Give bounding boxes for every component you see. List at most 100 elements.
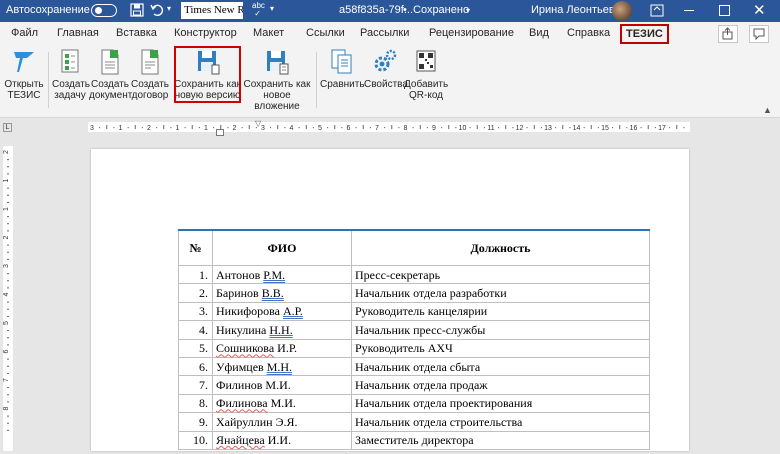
tab-view[interactable]: Вид xyxy=(529,27,549,39)
add-qr-button[interactable]: Добавить QR-код xyxy=(404,46,448,101)
gear-icon xyxy=(374,49,397,72)
tab-home[interactable]: Главная xyxy=(57,27,99,39)
ruler-tick xyxy=(355,127,357,129)
tab-tezis[interactable]: ТЕЗИС xyxy=(620,24,669,44)
left-indent-marker[interactable] xyxy=(216,129,224,136)
table-row[interactable]: 4. Никулина Н.Н. Начальник пресс-службы xyxy=(178,320,650,340)
compare-icon xyxy=(331,49,352,74)
tab-selector[interactable]: L xyxy=(3,123,12,132)
cell-name-text: Никулина Н.Н. xyxy=(216,322,293,337)
table-row[interactable]: 5. Сошникова И.Р. Руководитель АХЧ xyxy=(178,338,650,358)
ruler-tick xyxy=(540,127,542,129)
ruler-label: 10 xyxy=(459,125,467,132)
ruler-tick xyxy=(305,125,307,129)
ruler-tick xyxy=(134,125,136,129)
ruler-tick xyxy=(170,127,172,129)
cell-position: Начальник отдела строительства xyxy=(351,412,650,432)
table-row[interactable]: 6. Уфимцев М.Н. Начальник отдела сбыта xyxy=(178,356,650,377)
tab-help[interactable]: Справка xyxy=(567,27,610,39)
spelling-icon[interactable]: abc ✓ xyxy=(252,2,265,18)
ruler-tick xyxy=(448,125,450,129)
table-row[interactable]: 10. Янайцева И.И. Заместитель директора xyxy=(178,430,650,450)
create-doc-label-2: документ xyxy=(89,90,133,101)
comments-button[interactable] xyxy=(749,25,769,43)
ruler-label: 1 xyxy=(204,125,208,132)
cell-position: Заместитель директора xyxy=(351,430,650,450)
quick-access-more-icon[interactable]: ▾ xyxy=(270,4,274,13)
share-button[interactable] xyxy=(718,25,738,43)
table-row[interactable]: 7. Филинов М.И. Начальник отдела продаж xyxy=(178,375,650,395)
ruler-label: 1 xyxy=(3,207,10,211)
ruler-tick xyxy=(391,125,393,129)
minimize-icon[interactable] xyxy=(684,10,694,11)
tab-layout[interactable]: Макет xyxy=(253,27,284,39)
create-task-button[interactable]: Создать задачу xyxy=(52,46,91,101)
add-qr-label-2: QR-код xyxy=(409,90,443,101)
ruler-label: 1 xyxy=(119,125,123,132)
ruler-tick xyxy=(7,394,9,396)
status-dropdown-icon[interactable]: ▾ xyxy=(466,6,470,15)
ruler-tick xyxy=(127,127,129,129)
tab-review[interactable]: Рецензирование xyxy=(429,27,514,39)
horizontal-ruler[interactable]: 3 1 2 1 1 2 3 4 5 6 7 8 9 10 11 12 13 14 15 16 17 xyxy=(88,122,690,132)
ruler-tick xyxy=(426,127,428,129)
collapse-ribbon-icon[interactable]: ▲ xyxy=(763,105,772,115)
create-document-button[interactable]: Создать документ xyxy=(89,46,133,101)
ribbon-display-icon[interactable] xyxy=(650,4,664,20)
cell-name-text: Филинова М.И. xyxy=(216,396,296,411)
ruler-tick xyxy=(184,127,186,129)
employee-table[interactable]: № ФИО Должность 1. Антонов Р.М. Пресс-секр… xyxy=(178,229,650,450)
ruler-tick xyxy=(312,127,314,129)
table-row[interactable]: 2. Баринов В.В. Начальник отдела разработк… xyxy=(178,283,650,303)
tab-references[interactable]: Ссылки xyxy=(306,27,345,39)
font-name-box[interactable]: Times New R xyxy=(181,2,243,19)
close-icon[interactable]: ✕ xyxy=(753,1,766,19)
qr-code-icon xyxy=(416,50,436,72)
vertical-ruler[interactable]: 2 1 1 2 3 4 5 6 7 8 xyxy=(3,146,13,451)
save-new-attachment-button[interactable]: Сохранить как новое вложение xyxy=(241,46,313,112)
table-header-row: № ФИО Должность xyxy=(178,229,650,266)
ruler-tick xyxy=(198,127,200,129)
ruler-tick xyxy=(533,125,535,129)
create-contract-button[interactable]: Создать договор xyxy=(130,46,170,101)
header-number: № xyxy=(178,229,213,266)
table-row[interactable]: 9. Хайруллин Э.Я. Начальник отдела строите… xyxy=(178,412,650,432)
ruler-tick xyxy=(163,125,165,129)
ruler-label: 13 xyxy=(544,125,552,132)
cell-name: Филинова М.И. xyxy=(212,393,352,414)
ruler-label: 3 xyxy=(3,264,10,268)
ruler-label: 11 xyxy=(487,125,494,132)
save-attachment-label-2: новое вложение xyxy=(254,90,300,112)
autosave-toggle[interactable] xyxy=(91,4,117,17)
properties-button[interactable]: Свойства xyxy=(364,46,408,90)
tab-mailings[interactable]: Рассылки xyxy=(360,27,409,39)
ruler-tick xyxy=(7,194,9,196)
save-attachment-icon xyxy=(267,51,289,75)
ruler-tick xyxy=(7,258,9,260)
cell-name-text: Хайруллин Э.Я. xyxy=(216,414,298,429)
create-task-label-1: Создать xyxy=(52,79,91,90)
cell-number: 4. xyxy=(178,320,213,340)
ruler-tick xyxy=(7,401,9,403)
open-tezis-button[interactable]: Открыть ТЕЗИС xyxy=(4,46,44,101)
indent-marker-icon[interactable]: ▽ xyxy=(255,119,261,128)
undo-dropdown-icon[interactable]: ▾ xyxy=(167,4,171,13)
cell-number: 2. xyxy=(178,283,213,303)
avatar[interactable] xyxy=(612,1,632,21)
table-row[interactable]: 1. Антонов Р.М. Пресс-секретарь xyxy=(178,264,650,285)
tab-insert[interactable]: Вставка xyxy=(116,27,157,39)
ruler-tick xyxy=(7,280,9,282)
cell-name-text: Янайцева И.И. xyxy=(216,433,292,448)
undo-icon[interactable] xyxy=(150,3,164,20)
tab-design[interactable]: Конструктор xyxy=(174,27,237,39)
tab-file[interactable]: Файл xyxy=(11,27,38,39)
ruler-label: 15 xyxy=(601,125,609,132)
maximize-icon[interactable] xyxy=(719,5,730,16)
table-row[interactable]: 3. Никифорова А.Р. Руководитель канцелярии xyxy=(178,301,650,322)
ruler-tick xyxy=(441,127,443,129)
ruler-tick xyxy=(469,127,471,129)
ruler-tick xyxy=(7,273,9,275)
compare-button[interactable]: Сравнить xyxy=(320,46,365,90)
table-row[interactable]: 8. Филинова М.И. Начальник отдела проектир… xyxy=(178,393,650,414)
save-icon[interactable] xyxy=(130,3,144,20)
